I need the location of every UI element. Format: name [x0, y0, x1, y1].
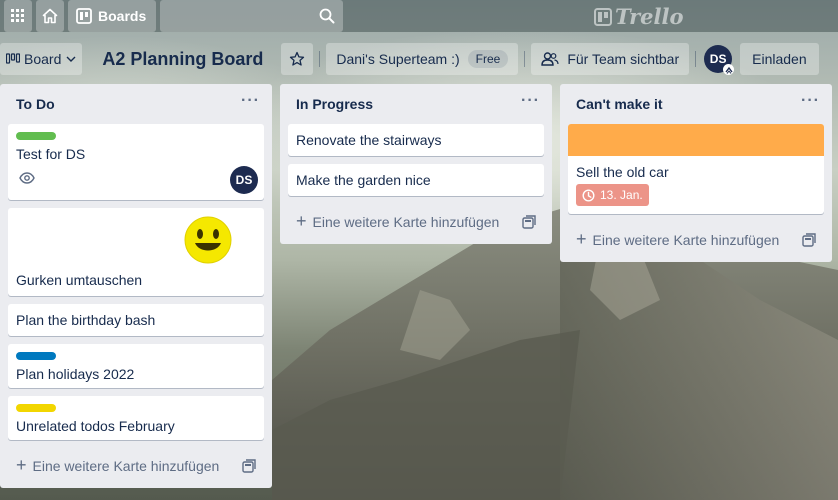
card-title: Gurken umtauschen	[16, 272, 143, 288]
card[interactable]: Plan holidays 2022	[8, 344, 264, 388]
list-header[interactable]: To Do ···	[0, 84, 272, 124]
visibility-button[interactable]: Für Team sichtbar	[531, 43, 690, 75]
home-icon	[42, 8, 58, 24]
add-card-button[interactable]: + Eine weitere Karte hinzufügen	[288, 204, 544, 240]
star-button[interactable]	[281, 43, 314, 75]
grid-icon	[11, 9, 24, 22]
card-title: Sell the old car	[576, 164, 669, 180]
card[interactable]: Plan the birthday bash	[8, 304, 264, 336]
divider	[319, 51, 321, 67]
board-view-icon	[6, 53, 20, 64]
apps-grid-button[interactable]	[4, 0, 32, 32]
team-label: Dani's Superteam :)	[336, 51, 460, 67]
clock-icon	[582, 188, 595, 202]
card-title: Plan holidays 2022	[16, 366, 135, 382]
card-template-icon[interactable]	[522, 215, 536, 229]
chevron-down-icon	[66, 56, 76, 62]
card-title: Test for DS	[16, 146, 86, 162]
search-icon	[319, 8, 335, 24]
add-card-label: Eine weitere Karte hinzufügen	[32, 458, 220, 474]
list-cant-make-it: Can't make it ··· Sell the old car 13. J…	[560, 84, 832, 262]
trello-logo-icon	[594, 7, 612, 26]
plus-icon: +	[296, 210, 307, 231]
list-header[interactable]: In Progress ···	[280, 84, 552, 124]
list-title[interactable]: In Progress	[296, 96, 373, 112]
invite-button[interactable]: Einladen	[740, 43, 819, 75]
list-in-progress: In Progress ··· Renovate the stairways M…	[280, 84, 552, 244]
add-card-button[interactable]: + Eine weitere Karte hinzufügen	[8, 448, 264, 484]
star-icon	[290, 51, 305, 66]
team-visibility-icon	[541, 52, 559, 66]
boards-button[interactable]: Boards	[68, 0, 157, 32]
add-card-label: Eine weitere Karte hinzufügen	[312, 214, 500, 230]
boards-icon	[76, 8, 92, 24]
logo-text: Trello	[615, 4, 684, 29]
list-menu-icon[interactable]: ···	[801, 93, 820, 109]
admin-icon	[723, 64, 735, 75]
list-todo: To Do ··· Test for DS DS Gurken umtausch…	[0, 84, 272, 488]
card[interactable]: Make the garden nice	[288, 164, 544, 196]
card-label-yellow[interactable]	[16, 404, 56, 412]
add-card-label: Eine weitere Karte hinzufügen	[592, 232, 780, 248]
card-template-icon[interactable]	[802, 233, 816, 247]
trello-logo[interactable]: Trello	[594, 4, 684, 29]
list-menu-icon[interactable]: ···	[241, 93, 260, 109]
divider	[695, 51, 697, 67]
card-member-avatar[interactable]: DS	[230, 166, 258, 194]
plus-icon: +	[16, 454, 27, 475]
list-title[interactable]: To Do	[16, 96, 55, 112]
board-view-label: Board	[24, 51, 62, 67]
divider	[524, 51, 526, 67]
home-button[interactable]	[36, 0, 64, 32]
boards-label: Boards	[98, 8, 147, 24]
board-title[interactable]: A2 Planning Board	[90, 43, 275, 75]
top-header: Boards Trello	[0, 0, 838, 32]
card[interactable]: Renovate the stairways	[288, 124, 544, 156]
card-title: Unrelated todos February	[16, 418, 175, 434]
card-member-initials: DS	[235, 173, 253, 187]
member-avatar[interactable]: DS	[704, 45, 735, 75]
due-date-badge[interactable]: 13. Jan.	[576, 184, 649, 206]
card-title: Make the garden nice	[296, 172, 431, 188]
card-title: Plan the birthday bash	[16, 312, 156, 328]
card-title: Renovate the stairways	[296, 132, 442, 148]
add-card-button[interactable]: + Eine weitere Karte hinzufügen	[568, 222, 824, 258]
board-view-switcher[interactable]: Board	[0, 43, 83, 75]
list-menu-icon[interactable]: ···	[521, 93, 540, 109]
visibility-label: Für Team sichtbar	[567, 51, 680, 67]
smiley-sticker-icon	[182, 214, 234, 266]
card-cover-orange	[568, 124, 824, 156]
card-label-blue[interactable]	[16, 352, 56, 360]
card[interactable]: Test for DS DS	[8, 124, 264, 200]
eye-icon	[19, 172, 35, 184]
card-label-green[interactable]	[16, 132, 56, 140]
list-title[interactable]: Can't make it	[576, 96, 663, 112]
search-input[interactable]	[160, 0, 344, 32]
card[interactable]: Unrelated todos February	[8, 396, 264, 440]
card[interactable]: Gurken umtauschen	[8, 208, 264, 296]
team-button[interactable]: Dani's Superteam :) Free	[326, 43, 519, 75]
team-plan-badge: Free	[467, 50, 509, 68]
card[interactable]: Sell the old car 13. Jan.	[568, 124, 824, 214]
card-template-icon[interactable]	[242, 459, 256, 473]
due-date-label: 13. Jan.	[600, 188, 643, 202]
plus-icon: +	[576, 228, 587, 249]
invite-label: Einladen	[752, 51, 807, 67]
board-header: Board A2 Planning Board Dani's Superteam…	[0, 43, 838, 75]
list-header[interactable]: Can't make it ···	[560, 84, 832, 124]
member-initials: DS	[709, 52, 727, 66]
